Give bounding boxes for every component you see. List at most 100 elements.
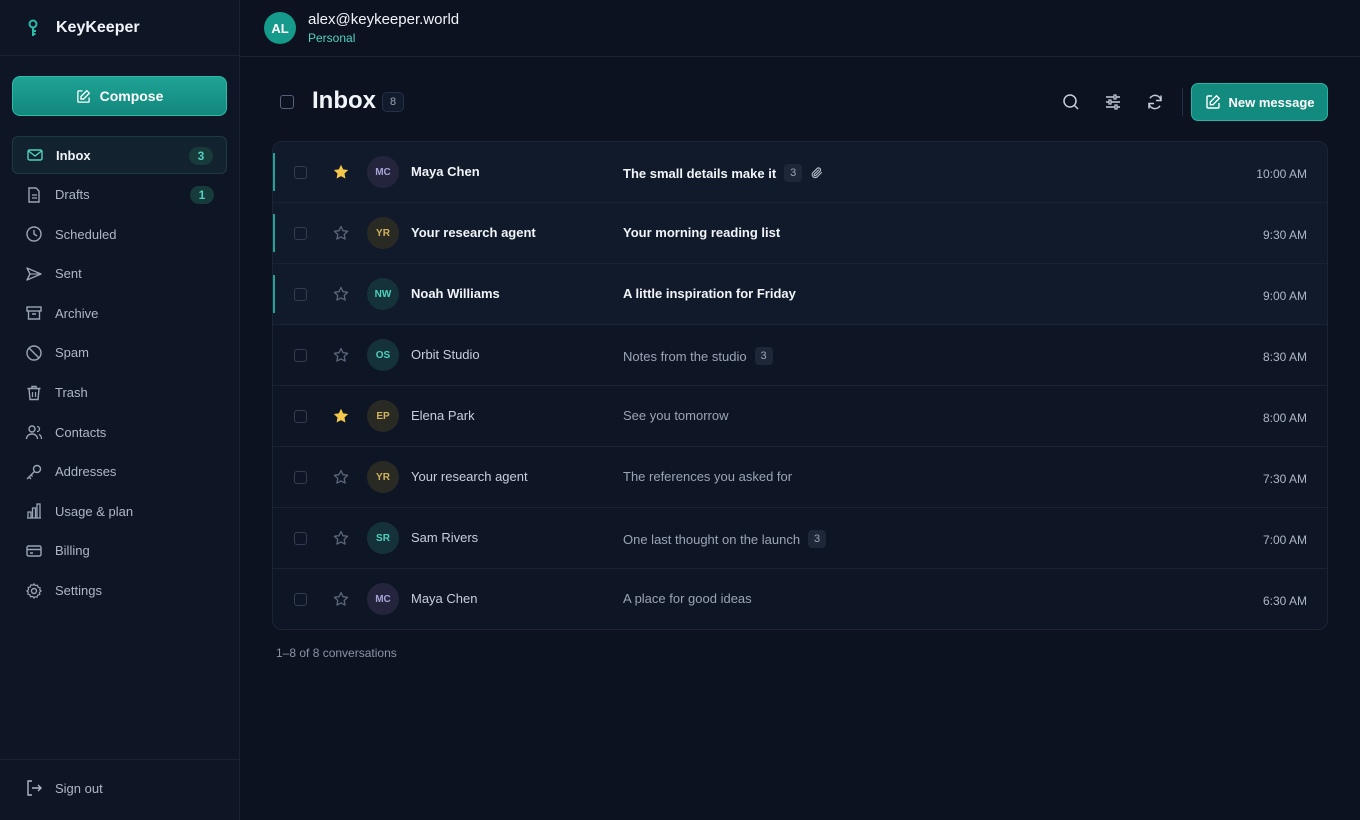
select-all-checkbox[interactable]	[280, 95, 294, 109]
row-checkbox[interactable]	[294, 288, 307, 301]
new-message-label: New message	[1228, 94, 1315, 110]
message-row[interactable]: MC Maya Chen The small details make it 3 10:…	[273, 142, 1327, 203]
ban-icon	[25, 344, 43, 362]
sidebar-item-trash[interactable]: Trash	[12, 374, 227, 412]
sender-name: Orbit Studio	[411, 347, 480, 362]
subject-text: The small details make it	[623, 165, 777, 181]
sign-out-button[interactable]: Sign out	[25, 779, 103, 797]
mail-icon	[26, 146, 44, 164]
logout-icon	[27, 780, 42, 796]
sender-name: Maya Chen	[411, 591, 478, 606]
row-checkbox[interactable]	[294, 166, 307, 179]
sidebar-item-label: Scheduled	[55, 226, 117, 242]
compose-button[interactable]: Compose	[12, 76, 227, 116]
message-row[interactable]: SR Sam Rivers One last thought on the laun…	[273, 508, 1327, 569]
star-icon[interactable]	[332, 224, 350, 242]
sender-name: Elena Park	[411, 408, 475, 423]
sliders-icon	[1106, 94, 1120, 110]
sidebar-item-sent[interactable]: Sent	[12, 255, 227, 293]
search-button[interactable]	[1059, 90, 1083, 114]
bar-chart-icon	[25, 502, 43, 520]
message-subject: One last thought on the launch 3	[623, 530, 827, 548]
sender-name: Your research agent	[411, 225, 536, 240]
sidebar-item-scheduled[interactable]: Scheduled	[12, 215, 227, 253]
sidebar-item-label: Contacts	[55, 424, 107, 440]
message-subject: The small details make it 3	[623, 164, 824, 182]
sidebar-item-spam[interactable]: Spam	[12, 334, 227, 372]
message-subject: The references you asked for	[623, 469, 792, 484]
send-icon	[25, 265, 43, 283]
message-row[interactable]: EP Elena Park See you tomorrow 8:00 AM	[273, 386, 1327, 447]
star-icon[interactable]	[332, 468, 350, 486]
message-row[interactable]: YR Your research agent Your morning readin…	[273, 203, 1327, 264]
brand[interactable]: KeyKeeper	[0, 0, 239, 56]
sidebar-item-label: Archive	[55, 305, 99, 321]
star-filled-icon[interactable]	[332, 163, 350, 181]
row-checkbox[interactable]	[294, 410, 307, 423]
message-row[interactable]: OS Orbit Studio Notes from the studio 3 8:30…	[273, 325, 1327, 386]
filter-button[interactable]	[1101, 90, 1125, 114]
row-checkbox[interactable]	[294, 349, 307, 362]
sidebar-item-archive[interactable]: Archive	[12, 294, 227, 332]
message-row[interactable]: MC Maya Chen A place for good ideas 6:30 AM	[273, 569, 1327, 629]
message-time: 7:00 AM	[1262, 533, 1307, 547]
sender-avatar: OS	[367, 339, 399, 371]
unread-indicator	[273, 153, 275, 191]
sidebar-item-label: Sent	[55, 266, 82, 282]
sender-avatar: SR	[367, 522, 399, 554]
row-checkbox[interactable]	[294, 471, 307, 484]
paperclip-icon	[810, 166, 824, 180]
unread-count-badge: 1	[190, 185, 214, 204]
sender-avatar: YR	[367, 217, 399, 249]
message-time: 8:00 AM	[1262, 411, 1307, 425]
star-filled-icon[interactable]	[332, 407, 350, 425]
message-subject: Notes from the studio 3	[623, 347, 773, 365]
unread-indicator	[273, 214, 275, 252]
star-icon[interactable]	[332, 590, 350, 608]
sidebar-item-label: Trash	[55, 385, 88, 401]
sidebar-item-billing[interactable]: Billing	[12, 532, 227, 570]
row-checkbox[interactable]	[294, 227, 307, 240]
message-time: 9:00 AM	[1262, 289, 1307, 303]
sidebar-item-drafts[interactable]: Drafts 1	[12, 176, 227, 214]
toolbar-divider	[1182, 88, 1183, 116]
sender-name: Maya Chen	[411, 164, 480, 179]
message-row[interactable]: YR Your research agent The references you …	[273, 447, 1327, 508]
sidebar-item-label: Billing	[55, 543, 90, 559]
star-icon[interactable]	[332, 346, 350, 364]
sender-name: Your research agent	[411, 469, 528, 484]
star-icon[interactable]	[332, 529, 350, 547]
edit-icon	[1205, 94, 1220, 109]
sender-avatar: MC	[367, 156, 399, 188]
sidebar-item-usage-plan[interactable]: Usage & plan	[12, 492, 227, 530]
archive-icon	[25, 304, 43, 322]
row-checkbox[interactable]	[294, 593, 307, 606]
gear-icon	[25, 582, 43, 600]
sidebar-item-label: Addresses	[55, 464, 117, 480]
row-checkbox[interactable]	[294, 532, 307, 545]
sidebar-nav: Inbox 3 Drafts 1 Scheduled Sent Archive Spam Tra…	[12, 136, 227, 611]
user-avatar[interactable]: AL	[264, 12, 296, 44]
sender-avatar: NW	[367, 278, 399, 310]
sender-name: Noah Williams	[411, 286, 500, 301]
key-icon	[25, 463, 43, 481]
message-time: 8:30 AM	[1262, 350, 1307, 364]
sidebar-item-inbox[interactable]: Inbox 3	[12, 136, 227, 174]
subject-text: A little inspiration for Friday	[623, 286, 796, 301]
sender-avatar: MC	[367, 583, 399, 615]
user-email[interactable]: alex@keykeeper.world	[308, 11, 459, 28]
search-icon	[1063, 94, 1079, 110]
star-icon[interactable]	[332, 285, 350, 303]
sidebar-item-label: Drafts	[55, 187, 90, 203]
message-time: 7:30 AM	[1262, 472, 1307, 486]
message-row[interactable]: NW Noah Williams A little inspiration for …	[273, 264, 1327, 325]
subject-text: See you tomorrow	[623, 408, 729, 423]
clock-icon	[25, 225, 43, 243]
new-message-button[interactable]: New message	[1191, 83, 1328, 121]
sidebar-item-contacts[interactable]: Contacts	[12, 413, 227, 451]
refresh-button[interactable]	[1143, 90, 1167, 114]
unread-indicator	[273, 275, 275, 313]
sidebar-item-settings[interactable]: Settings	[12, 572, 227, 610]
sidebar-item-addresses[interactable]: Addresses	[12, 453, 227, 491]
message-subject: Your morning reading list	[623, 225, 780, 240]
